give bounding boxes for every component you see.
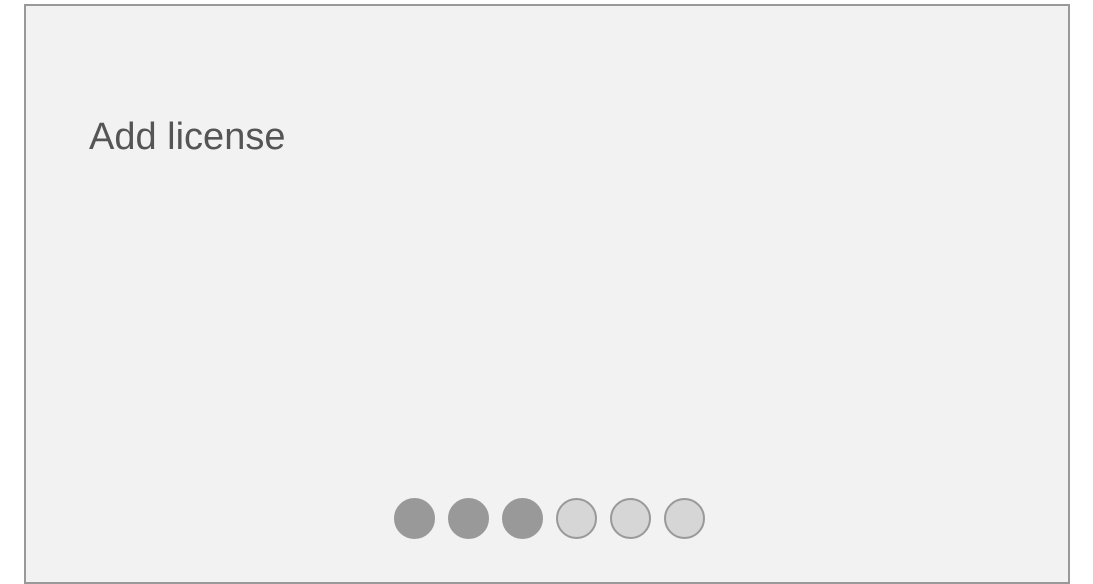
progress-step-dot-5 xyxy=(610,498,651,539)
page-title: Add license xyxy=(89,116,286,158)
progress-step-dot-4 xyxy=(556,498,597,539)
add-license-panel: Add license xyxy=(24,4,1070,584)
progress-step-dot-3 xyxy=(502,498,543,539)
progress-step-dot-2 xyxy=(448,498,489,539)
progress-step-dot-6 xyxy=(664,498,705,539)
progress-step-dot-1 xyxy=(394,498,435,539)
step-progress-indicator xyxy=(394,498,705,539)
